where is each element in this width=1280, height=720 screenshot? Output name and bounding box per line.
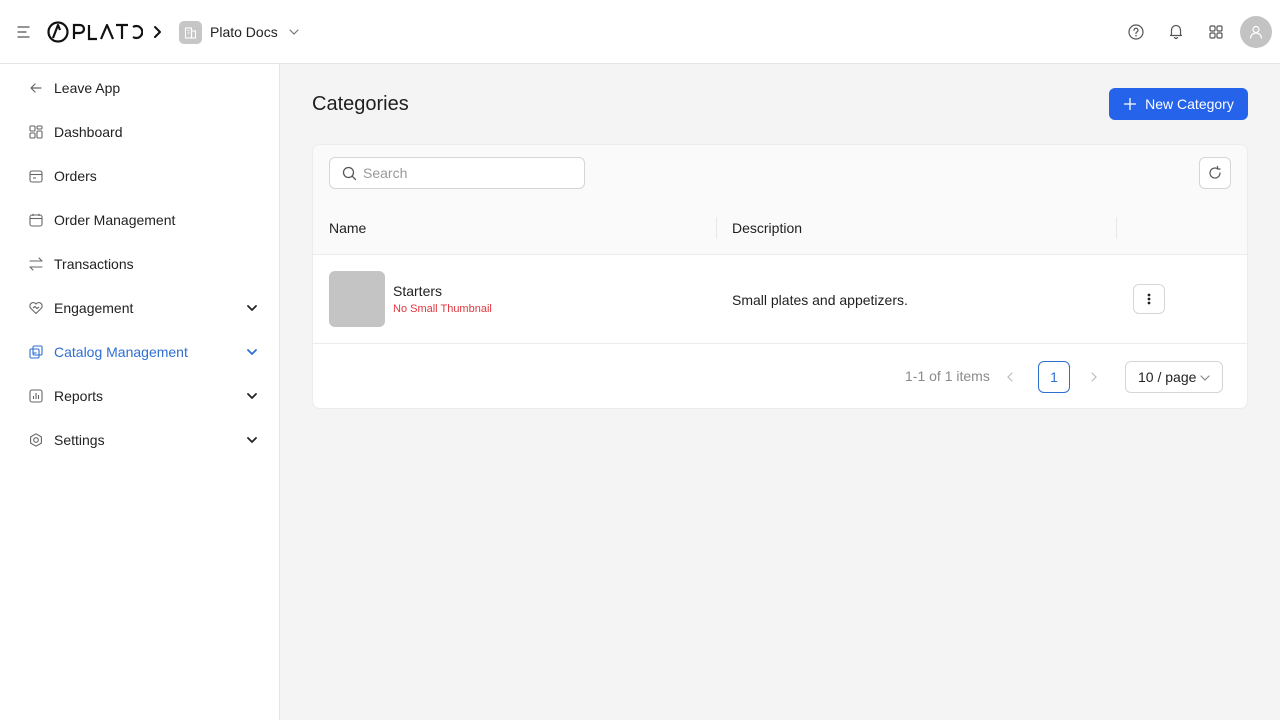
arrow-left-icon: [27, 79, 45, 97]
orders-icon: [27, 167, 45, 185]
page-title: Categories: [312, 93, 409, 115]
sidebar-item-label: Dashboard: [54, 124, 123, 140]
chevron-down-icon: [247, 305, 257, 311]
catalog-icon: [27, 343, 45, 361]
workspace-name: Plato Docs: [210, 24, 278, 40]
row-actions-button[interactable]: [1133, 284, 1165, 314]
sidebar-item-label: Order Management: [54, 212, 176, 228]
apps-grid-icon[interactable]: [1206, 22, 1226, 42]
table-toolbar: [313, 145, 1247, 202]
chevron-right-icon: [151, 22, 165, 42]
column-divider: [1116, 217, 1117, 239]
refresh-button[interactable]: [1199, 157, 1231, 189]
refresh-icon: [1209, 165, 1221, 179]
chevron-down-icon: [247, 393, 257, 399]
page-size-value: 10 / page: [1138, 369, 1197, 385]
page-button-current[interactable]: 1: [1038, 361, 1070, 393]
top-header: Plato Docs: [0, 0, 1280, 64]
bell-icon[interactable]: [1166, 21, 1186, 41]
sidebar-item-order-management[interactable]: Order Management: [0, 200, 279, 240]
pagination-total: 1-1 of 1 items: [905, 368, 990, 384]
sidebar-item-label: Orders: [54, 168, 97, 184]
column-header-name[interactable]: Name: [329, 220, 366, 236]
search-icon: [342, 166, 357, 180]
heart-handshake-icon: [27, 299, 45, 317]
column-divider: [716, 217, 717, 239]
pagination: 1-1 of 1 items 1 10 / page: [313, 345, 1247, 409]
table-header: Name Description: [313, 202, 1247, 255]
new-category-label: New Category: [1145, 96, 1234, 112]
plus-icon: [1123, 97, 1137, 111]
sidebar-item-label: Leave App: [54, 80, 121, 96]
table-row[interactable]: Starters No Small Thumbnail Small plates…: [313, 255, 1247, 344]
sidebar-item-label: Settings: [54, 432, 105, 448]
categories-table-card: Name Description Starters No Small Thumb…: [312, 144, 1248, 409]
sidebar-item-engagement[interactable]: Engagement: [0, 288, 279, 328]
order-management-icon: [27, 211, 45, 229]
chevron-down-icon: [247, 437, 257, 443]
bar-chart-icon: [27, 387, 45, 405]
workspace-switcher[interactable]: Plato Docs: [179, 20, 300, 44]
prev-page-button[interactable]: [1003, 369, 1017, 385]
sidebar-item-label: Catalog Management: [54, 344, 188, 360]
search-box[interactable]: [329, 157, 585, 189]
sidebar-item-orders[interactable]: Orders: [0, 156, 279, 196]
sidebar: Leave App Dashboard Orders Order Managem…: [0, 64, 280, 720]
help-icon[interactable]: [1126, 22, 1146, 42]
user-icon: [1249, 25, 1263, 39]
new-category-button[interactable]: New Category: [1109, 88, 1248, 120]
chevron-down-icon: [289, 29, 299, 35]
category-name: Starters: [393, 283, 443, 299]
chevron-right-icon: [1091, 372, 1097, 382]
sidebar-item-settings[interactable]: Settings: [0, 420, 279, 460]
search-input[interactable]: [363, 165, 573, 181]
thumbnail-warning: No Small Thumbnail: [393, 303, 492, 315]
chevron-down-icon: [1200, 375, 1210, 381]
next-page-button[interactable]: [1087, 369, 1101, 385]
sidebar-item-dashboard[interactable]: Dashboard: [0, 112, 279, 152]
sidebar-item-label: Engagement: [54, 300, 134, 316]
building-icon: [179, 20, 202, 44]
sidebar-item-leave-app[interactable]: Leave App: [0, 68, 279, 108]
plato-logo[interactable]: [47, 20, 143, 44]
sidebar-item-reports[interactable]: Reports: [0, 376, 279, 416]
page-size-select[interactable]: 10 / page: [1125, 361, 1223, 393]
sidebar-item-label: Transactions: [54, 256, 134, 272]
category-description: Small plates and appetizers.: [732, 292, 908, 308]
sidebar-item-label: Reports: [54, 388, 104, 404]
settings-icon: [27, 431, 45, 449]
menu-fold-icon[interactable]: [14, 22, 34, 42]
more-vertical-icon: [1147, 293, 1151, 305]
user-avatar[interactable]: [1240, 16, 1272, 48]
chevron-down-icon: [247, 349, 257, 355]
sidebar-item-transactions[interactable]: Transactions: [0, 244, 279, 284]
dashboard-icon: [27, 123, 45, 141]
swap-icon: [27, 255, 45, 273]
column-header-description[interactable]: Description: [732, 220, 802, 236]
sidebar-item-catalog-management[interactable]: Catalog Management: [0, 332, 279, 372]
thumbnail-placeholder: [329, 271, 385, 327]
chevron-left-icon: [1007, 372, 1013, 382]
